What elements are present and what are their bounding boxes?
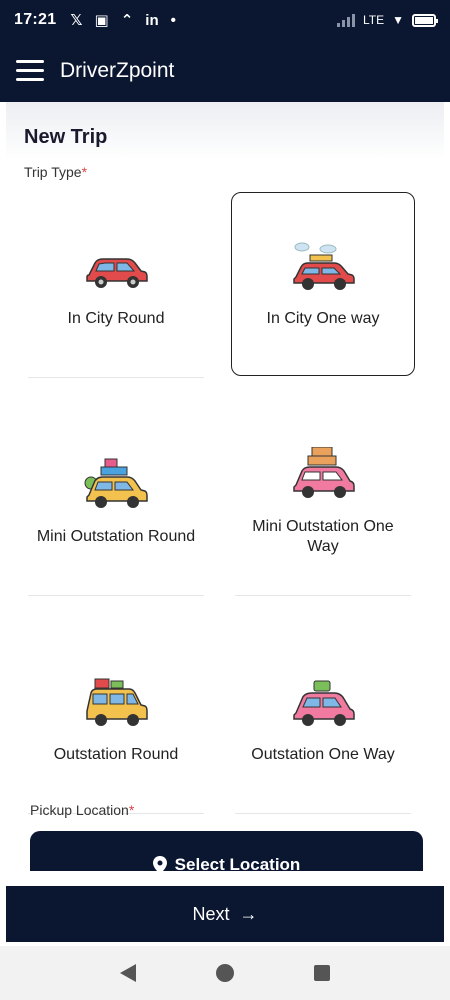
page-title: New Trip — [24, 126, 108, 148]
trip-type-label-text: Trip Type — [24, 164, 82, 180]
yellow-car-luggage-icon — [84, 458, 148, 508]
x-app-icon: 𝕏 — [70, 12, 83, 29]
red-car-icon — [86, 258, 148, 288]
trip-option-label: Outstation One Way — [251, 746, 395, 763]
network-type: LTE — [362, 13, 385, 27]
battery-icon — [412, 13, 438, 27]
app-title: DriverZpoint — [60, 59, 175, 82]
pink-car-luggage-icon — [293, 447, 355, 498]
trip-option-mini-outstation-one-way[interactable]: Mini Outstation One Way — [231, 410, 415, 596]
next-button[interactable]: Next → — [6, 886, 444, 942]
app-bar: DriverZpoint — [0, 40, 450, 102]
trip-form: New Trip Trip Type* In City Round In Cit… — [6, 102, 444, 882]
card-divider — [28, 595, 204, 596]
trip-option-in-city-one-way[interactable]: In City One way — [231, 192, 415, 376]
required-mark: * — [81, 164, 88, 180]
card-divider — [235, 813, 411, 814]
pickup-location-label: Pickup Location* — [30, 802, 134, 818]
dot-icon: • — [170, 11, 176, 29]
status-time: 17:21 — [14, 11, 57, 28]
app-screen: 17:21 𝕏 ▣ ⌃ in • LTE ▼ DriverZpoint New … — [0, 0, 450, 1000]
chevron-up-icon: ⌃ — [120, 12, 134, 29]
nav-back-icon[interactable] — [120, 964, 136, 982]
trip-option-label: In City Round — [67, 310, 165, 327]
nav-home-icon[interactable] — [216, 964, 234, 982]
yellow-suv-icon — [86, 678, 148, 726]
pickup-location-label-text: Pickup Location — [30, 802, 129, 818]
trip-option-outstation-one-way[interactable]: Outstation One Way — [231, 628, 415, 814]
menu-icon[interactable] — [16, 60, 44, 82]
trip-option-outstation-round[interactable]: Outstation Round — [24, 628, 208, 814]
arrow-right-icon: → — [239, 903, 258, 924]
wifi-icon: ▼ — [392, 13, 404, 27]
nav-recents-icon[interactable] — [314, 965, 330, 981]
system-icons: LTE ▼ — [336, 13, 438, 27]
card-divider — [235, 595, 411, 596]
status-bar: 17:21 𝕏 ▣ ⌃ in • LTE ▼ — [0, 0, 450, 40]
car-with-luggage-icon — [293, 242, 355, 290]
notification-icons: 𝕏 ▣ ⌃ in • — [70, 11, 176, 30]
trip-option-label: Mini Outstation One Way — [252, 518, 394, 555]
required-mark: * — [128, 802, 135, 818]
card-divider — [28, 377, 204, 378]
system-nav-bar — [0, 946, 450, 1000]
select-location-button[interactable]: Select Location — [30, 831, 423, 871]
trip-option-in-city-round[interactable]: In City Round — [24, 192, 208, 378]
trip-option-label: Mini Outstation Round — [36, 528, 196, 545]
linkedin-icon: in — [145, 11, 159, 29]
location-pin-icon — [152, 856, 167, 871]
clipboard-icon: ▣ — [94, 12, 109, 29]
trip-option-label: In City One way — [266, 310, 380, 327]
pink-car-icon — [293, 680, 355, 726]
signal-icon — [336, 13, 355, 27]
select-location-label: Select Location — [174, 855, 301, 871]
next-label: Next — [192, 903, 230, 924]
trip-type-label: Trip Type* — [24, 164, 87, 180]
trip-option-mini-outstation-round[interactable]: Mini Outstation Round — [24, 410, 208, 596]
trip-option-label: Outstation Round — [53, 746, 179, 763]
